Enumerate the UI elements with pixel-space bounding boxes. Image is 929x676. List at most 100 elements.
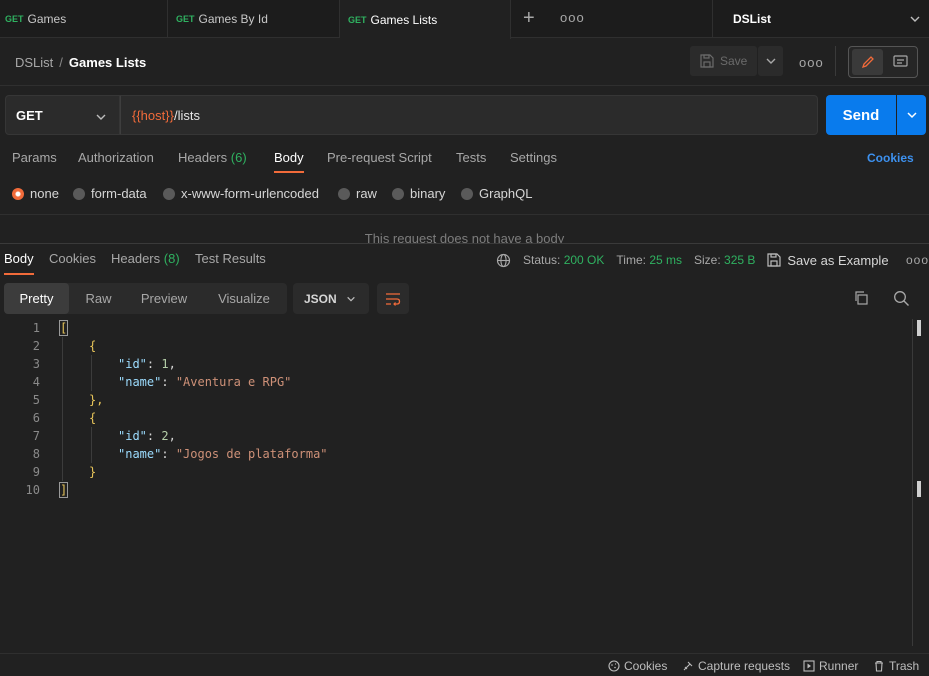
size-label: Size: <box>694 253 721 267</box>
save-label: Save <box>720 54 748 68</box>
radio-label: none <box>30 186 59 201</box>
runner-icon <box>803 660 815 672</box>
format-preview[interactable]: Preview <box>128 283 200 314</box>
tab-body[interactable]: Body <box>274 150 304 173</box>
response-tab-body[interactable]: Body <box>4 251 34 275</box>
code-line: ] <box>58 481 69 499</box>
tab-settings[interactable]: Settings <box>510 150 557 165</box>
radio-graphql[interactable]: GraphQL <box>461 186 532 201</box>
format-visualize[interactable]: Visualize <box>204 283 284 314</box>
json-punct: : <box>161 375 176 389</box>
method-selector[interactable]: GET <box>5 95 120 135</box>
statusbar-runner[interactable]: Runner <box>803 659 858 673</box>
save-as-example-button[interactable]: Save as Example <box>767 253 889 268</box>
radio-icon <box>392 187 404 200</box>
environment-selector[interactable]: DSList <box>712 0 929 38</box>
more-options-icon[interactable]: ooo <box>799 55 824 70</box>
status-label: Status: <box>523 253 561 267</box>
tab-tests[interactable]: Tests <box>456 150 486 165</box>
tab-authorization[interactable]: Authorization <box>78 150 154 165</box>
scrollbar-marker <box>917 481 921 497</box>
json-number: 2 <box>161 429 169 443</box>
size-info[interactable]: Size: 325 B <box>694 253 755 267</box>
tab-prerequest-script[interactable]: Pre-request Script <box>327 150 432 165</box>
json-bracket: { <box>89 339 97 353</box>
copy-icon[interactable] <box>853 290 869 306</box>
send-dropdown-button[interactable] <box>897 95 926 135</box>
headers-count-badge: (6) <box>230 150 247 165</box>
edit-mode-button[interactable] <box>852 49 883 75</box>
response-divider[interactable] <box>0 243 929 244</box>
code-line: "id": 1, <box>118 355 176 373</box>
json-punct: : <box>161 447 176 461</box>
wrap-lines-button[interactable] <box>377 283 409 314</box>
breadcrumb-workspace[interactable]: DSList <box>15 55 53 70</box>
tab-headers[interactable]: Headers (6) <box>178 150 247 165</box>
tab-params[interactable]: Params <box>12 150 57 165</box>
cookies-link[interactable]: Cookies <box>867 151 914 165</box>
tabs-more-icon[interactable]: ooo <box>560 10 585 25</box>
radio-raw[interactable]: raw <box>338 186 377 201</box>
save-dropdown-button[interactable] <box>758 46 783 76</box>
save-icon <box>700 54 714 68</box>
code-line: "id": 2, <box>118 427 176 445</box>
url-input[interactable]: {{host}}/lists <box>120 95 818 135</box>
time-info[interactable]: Time: 25 ms <box>616 253 682 267</box>
radio-binary[interactable]: binary <box>392 186 445 201</box>
save-button[interactable]: Save <box>690 46 757 76</box>
tab-label: Games Lists <box>370 12 438 27</box>
json-key: "id" <box>118 357 147 371</box>
wrap-icon <box>386 292 401 306</box>
json-punct: : <box>146 357 162 371</box>
radio-icon <box>73 187 85 200</box>
editor-scrollbar[interactable] <box>912 319 913 646</box>
tab-method: GET <box>176 14 195 24</box>
code-line: "name": "Aventura e RPG" <box>118 373 291 391</box>
statusbar-cookies[interactable]: Cookies <box>608 659 667 673</box>
response-tab-cookies[interactable]: Cookies <box>49 251 96 266</box>
request-header: DSList / Games Lists Save ooo <box>0 38 929 86</box>
globe-icon[interactable] <box>496 253 511 268</box>
radio-none[interactable]: none <box>12 186 59 201</box>
statusbar-capture-label: Capture requests <box>698 659 791 673</box>
statusbar-capture-requests[interactable]: Capture requests <box>682 659 790 673</box>
new-tab-plus-icon[interactable]: + <box>523 8 535 28</box>
comments-button[interactable] <box>885 49 916 75</box>
tab-method: GET <box>5 14 24 24</box>
chevron-down-icon <box>96 114 106 120</box>
statusbar-trash[interactable]: Trash <box>873 659 919 673</box>
response-tab-headers[interactable]: Headers (8) <box>111 251 180 266</box>
format-pretty[interactable]: Pretty <box>4 283 69 314</box>
tab-games-lists[interactable]: GET Games Lists <box>340 0 511 39</box>
status-value: 200 OK <box>563 253 605 267</box>
response-tab-test-results[interactable]: Test Results <box>195 251 266 266</box>
json-bracket: [ <box>58 320 69 336</box>
tab-games-by-id[interactable]: GET Games By Id <box>168 0 340 38</box>
chevron-down-icon <box>766 58 775 64</box>
response-body-editor[interactable]: 1 2 3 4 5 6 7 8 9 10 [ { "id": 1, "name"… <box>0 319 929 649</box>
url-variable: {{host}} <box>132 107 174 123</box>
radio-label: x-www-form-urlencoded <box>181 186 319 201</box>
json-number: 1 <box>161 357 169 371</box>
json-string: "Jogos de plataforma" <box>175 447 328 461</box>
json-bracket: { <box>89 411 97 425</box>
search-icon[interactable] <box>893 290 910 307</box>
status-info[interactable]: Status: 200 OK <box>523 253 604 267</box>
breadcrumb-current[interactable]: Games Lists <box>69 55 146 70</box>
tab-strip: GET Games GET Games By Id GET Games List… <box>0 0 929 39</box>
tab-games[interactable]: GET Games <box>0 0 168 38</box>
capture-icon <box>683 661 693 671</box>
radio-label: binary <box>410 186 446 201</box>
pencil-icon <box>861 56 874 69</box>
radio-form-data[interactable]: form-data <box>73 186 147 201</box>
radio-icon <box>163 187 175 200</box>
format-value: JSON <box>304 291 337 306</box>
response-more-icon[interactable]: ooo <box>906 253 929 267</box>
json-punct: , <box>168 429 176 443</box>
send-button[interactable]: Send <box>826 95 896 135</box>
radio-label: GraphQL <box>479 186 533 201</box>
radio-urlencoded[interactable]: x-www-form-urlencoded <box>163 186 319 201</box>
format-selector[interactable]: JSON <box>293 283 369 314</box>
format-raw[interactable]: Raw <box>72 283 125 314</box>
time-value: 25 ms <box>649 253 682 267</box>
